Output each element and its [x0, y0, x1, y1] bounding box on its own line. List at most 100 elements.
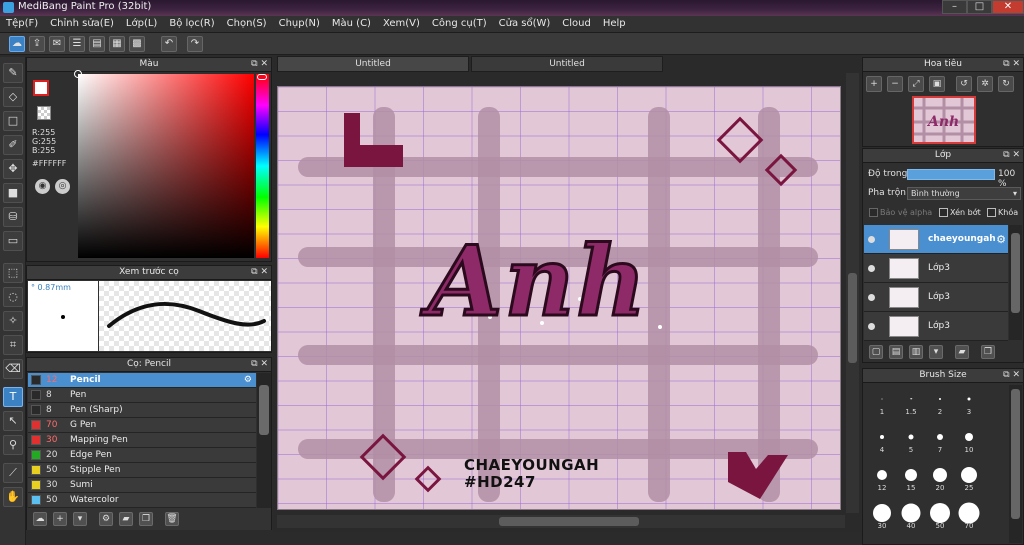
- eyedropper-icon[interactable]: ⚲: [3, 435, 23, 455]
- document-canvas[interactable]: CHAEYOUNGAH #HD247 Anh: [277, 86, 841, 510]
- panel-controls[interactable]: ⧉ ✕: [1003, 369, 1020, 382]
- page-icon[interactable]: ▤: [89, 36, 105, 52]
- new-1bit-layer-icon[interactable]: ▥: [909, 345, 923, 359]
- brush-item-5[interactable]: 20 Edge Pen: [28, 448, 256, 463]
- blend-mode-select[interactable]: Bình thường ▾: [907, 187, 1021, 200]
- undo-icon[interactable]: ↶: [161, 36, 177, 52]
- brush-size-option[interactable]: 4: [869, 427, 895, 454]
- share-icon[interactable]: ⇪: [29, 36, 45, 52]
- zoom-out-icon[interactable]: −: [887, 76, 903, 92]
- speech-bubble-icon[interactable]: ☰: [69, 36, 85, 52]
- brush-item-8[interactable]: 50 Watercolor: [28, 493, 256, 508]
- visibility-eye-icon[interactable]: [868, 323, 875, 330]
- layer-list-scrollbar[interactable]: [1009, 225, 1022, 340]
- brush-item-7[interactable]: 30 Sumi: [28, 478, 256, 493]
- background-color-swatch[interactable]: [37, 106, 51, 120]
- menu-tools[interactable]: Công cụ(T): [426, 16, 493, 32]
- brush-size-option[interactable]: 20: [927, 465, 953, 492]
- gear-icon[interactable]: ⚙: [244, 373, 252, 387]
- layer-item-1[interactable]: Lớp3: [864, 254, 1008, 283]
- menu-cloud[interactable]: Cloud: [556, 16, 597, 32]
- canvas-vertical-scrollbar[interactable]: [846, 73, 859, 513]
- layer-item-2[interactable]: Lớp3: [864, 283, 1008, 312]
- panel-controls[interactable]: ⧉ ✕: [1003, 58, 1020, 71]
- brush-item-4[interactable]: 30 Mapping Pen: [28, 433, 256, 448]
- menu-help[interactable]: Help: [597, 16, 632, 32]
- brush-item-3[interactable]: 70 G Pen: [28, 418, 256, 433]
- close-button[interactable]: ✕: [992, 0, 1024, 14]
- layer-item-0[interactable]: chaeyoungah ⚙: [864, 225, 1008, 254]
- select-rect-icon[interactable]: ⬚: [3, 263, 23, 283]
- panel-controls[interactable]: ⧉ ✕: [1003, 149, 1020, 162]
- add-layer-menu-icon[interactable]: ▾: [929, 345, 943, 359]
- duplicate-brush-icon[interactable]: ❐: [139, 512, 153, 526]
- hue-slider[interactable]: [256, 74, 269, 258]
- brush-size-option[interactable]: 15: [898, 465, 924, 492]
- pen-tool-icon[interactable]: ✐: [3, 135, 23, 155]
- brush-size-option[interactable]: 3: [956, 389, 982, 416]
- navigator-thumbnail[interactable]: Anh: [912, 96, 976, 144]
- brush-size-option[interactable]: 50: [927, 502, 953, 530]
- hand-tool-icon[interactable]: ✋: [3, 487, 23, 507]
- menu-layer[interactable]: Lớp(L): [120, 16, 163, 32]
- gear-icon[interactable]: ⚙: [996, 233, 1006, 246]
- brush-size-option[interactable]: 25: [956, 465, 982, 492]
- flip-icon[interactable]: ✲: [977, 76, 993, 92]
- layer-item-3[interactable]: Lớp3: [864, 312, 1008, 341]
- new-layer-icon[interactable]: ▢: [869, 345, 883, 359]
- operation-tool-icon[interactable]: ↖: [3, 411, 23, 431]
- layer-folder-icon[interactable]: ▰: [955, 345, 969, 359]
- minimize-button[interactable]: –: [942, 0, 967, 14]
- brush-size-option[interactable]: 40: [898, 503, 924, 530]
- dropper-icon[interactable]: ⟋: [3, 463, 23, 483]
- rectangle-tool-icon[interactable]: □: [3, 111, 23, 131]
- visibility-eye-icon[interactable]: [868, 265, 875, 272]
- comment-icon[interactable]: ✉: [49, 36, 65, 52]
- visibility-eye-icon[interactable]: [868, 294, 875, 301]
- menu-window[interactable]: Cửa sổ(W): [493, 16, 557, 32]
- page-list-icon[interactable]: ▦: [109, 36, 125, 52]
- menu-view[interactable]: Xem(V): [377, 16, 426, 32]
- brush-item-1[interactable]: 8 Pen: [28, 388, 256, 403]
- opacity-slider[interactable]: [907, 169, 995, 180]
- grid-icon[interactable]: ▩: [129, 36, 145, 52]
- menu-edit[interactable]: Chỉnh sửa(E): [44, 16, 120, 32]
- brush-size-option[interactable]: 12: [869, 465, 895, 492]
- panel-controls[interactable]: ⧉ ✕: [251, 58, 268, 71]
- brush-size-option[interactable]: 1: [869, 389, 895, 416]
- menu-select[interactable]: Chọn(S): [221, 16, 273, 32]
- add-brush-menu-icon[interactable]: ▾: [73, 512, 87, 526]
- fit-window-icon[interactable]: ⤢: [908, 76, 924, 92]
- select-eraser-icon[interactable]: ⌫: [3, 359, 23, 379]
- zoom-in-icon[interactable]: +: [866, 76, 882, 92]
- lock-checkbox[interactable]: Khóa: [987, 208, 1018, 217]
- brush-size-scrollbar[interactable]: [1009, 385, 1022, 543]
- text-tool-icon[interactable]: T: [3, 387, 23, 407]
- menu-snap[interactable]: Chụp(N): [273, 16, 326, 32]
- tab-document-1[interactable]: Untitled: [277, 56, 469, 72]
- duplicate-layer-icon[interactable]: ❐: [981, 345, 995, 359]
- brush-list-scrollbar[interactable]: [257, 373, 271, 508]
- foreground-color-swatch[interactable]: [33, 80, 49, 96]
- clipping-checkbox[interactable]: Xén bớt: [939, 208, 981, 217]
- fill-rect-tool-icon[interactable]: ■: [3, 183, 23, 203]
- rotate-right-icon[interactable]: ↻: [998, 76, 1014, 92]
- brush-size-option[interactable]: 2: [927, 389, 953, 416]
- brush-size-option[interactable]: 1.5: [898, 389, 924, 416]
- actual-size-icon[interactable]: ▣: [929, 76, 945, 92]
- brush-tool-icon[interactable]: ✎: [3, 63, 23, 83]
- brush-size-option[interactable]: 7: [927, 427, 953, 454]
- brush-item-6[interactable]: 50 Stipple Pen: [28, 463, 256, 478]
- brush-settings-icon[interactable]: ⚙: [99, 512, 113, 526]
- menu-file[interactable]: Tệp(F): [0, 16, 44, 32]
- bucket-tool-icon[interactable]: ⛁: [3, 207, 23, 227]
- brush-folder-icon[interactable]: ▰: [119, 512, 133, 526]
- lasso-icon[interactable]: ◌: [3, 287, 23, 307]
- protect-alpha-checkbox[interactable]: Bảo vệ alpha: [869, 208, 932, 217]
- new-brush-icon[interactable]: +: [53, 512, 67, 526]
- select-pen-icon[interactable]: ⌗: [3, 335, 23, 355]
- new-8bit-layer-icon[interactable]: ▤: [889, 345, 903, 359]
- brush-size-option[interactable]: 30: [869, 503, 895, 530]
- delete-brush-icon[interactable]: 🗑: [165, 512, 179, 526]
- cloud-icon[interactable]: ☁: [9, 36, 25, 52]
